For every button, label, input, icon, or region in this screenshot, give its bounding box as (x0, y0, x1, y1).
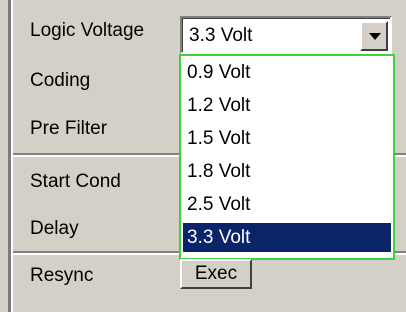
delay-label: Delay (30, 218, 79, 239)
option-2-5-volt[interactable]: 2.5 Volt (183, 190, 391, 219)
settings-panel: Logic Voltage Coding Pre Filter Start Co… (0, 0, 406, 312)
resync-label: Resync (30, 265, 94, 286)
resync-exec-button[interactable]: Exec (180, 259, 252, 289)
option-0-9-volt[interactable]: 0.9 Volt (183, 58, 391, 87)
coding-label: Coding (30, 70, 91, 91)
dropdown-button[interactable] (360, 21, 388, 51)
option-1-2-volt[interactable]: 1.2 Volt (183, 91, 391, 120)
chevron-down-icon (369, 33, 381, 40)
option-1-5-volt[interactable]: 1.5 Volt (183, 124, 391, 153)
combobox-frame: 3.3 Volt (182, 18, 390, 52)
start-cond-label: Start Cond (30, 171, 121, 192)
combobox-value: 3.3 Volt (189, 25, 253, 46)
option-3-3-volt[interactable]: 3.3 Volt (183, 223, 391, 252)
logic-voltage-label: Logic Voltage (30, 20, 145, 41)
logic-voltage-dropdown-list[interactable]: 0.9 Volt 1.2 Volt 1.5 Volt 1.8 Volt 2.5 … (179, 54, 395, 260)
logic-voltage-combobox[interactable]: 3.3 Volt (180, 16, 392, 54)
option-1-8-volt[interactable]: 1.8 Volt (183, 157, 391, 186)
pre-filter-label: Pre Filter (30, 118, 108, 139)
